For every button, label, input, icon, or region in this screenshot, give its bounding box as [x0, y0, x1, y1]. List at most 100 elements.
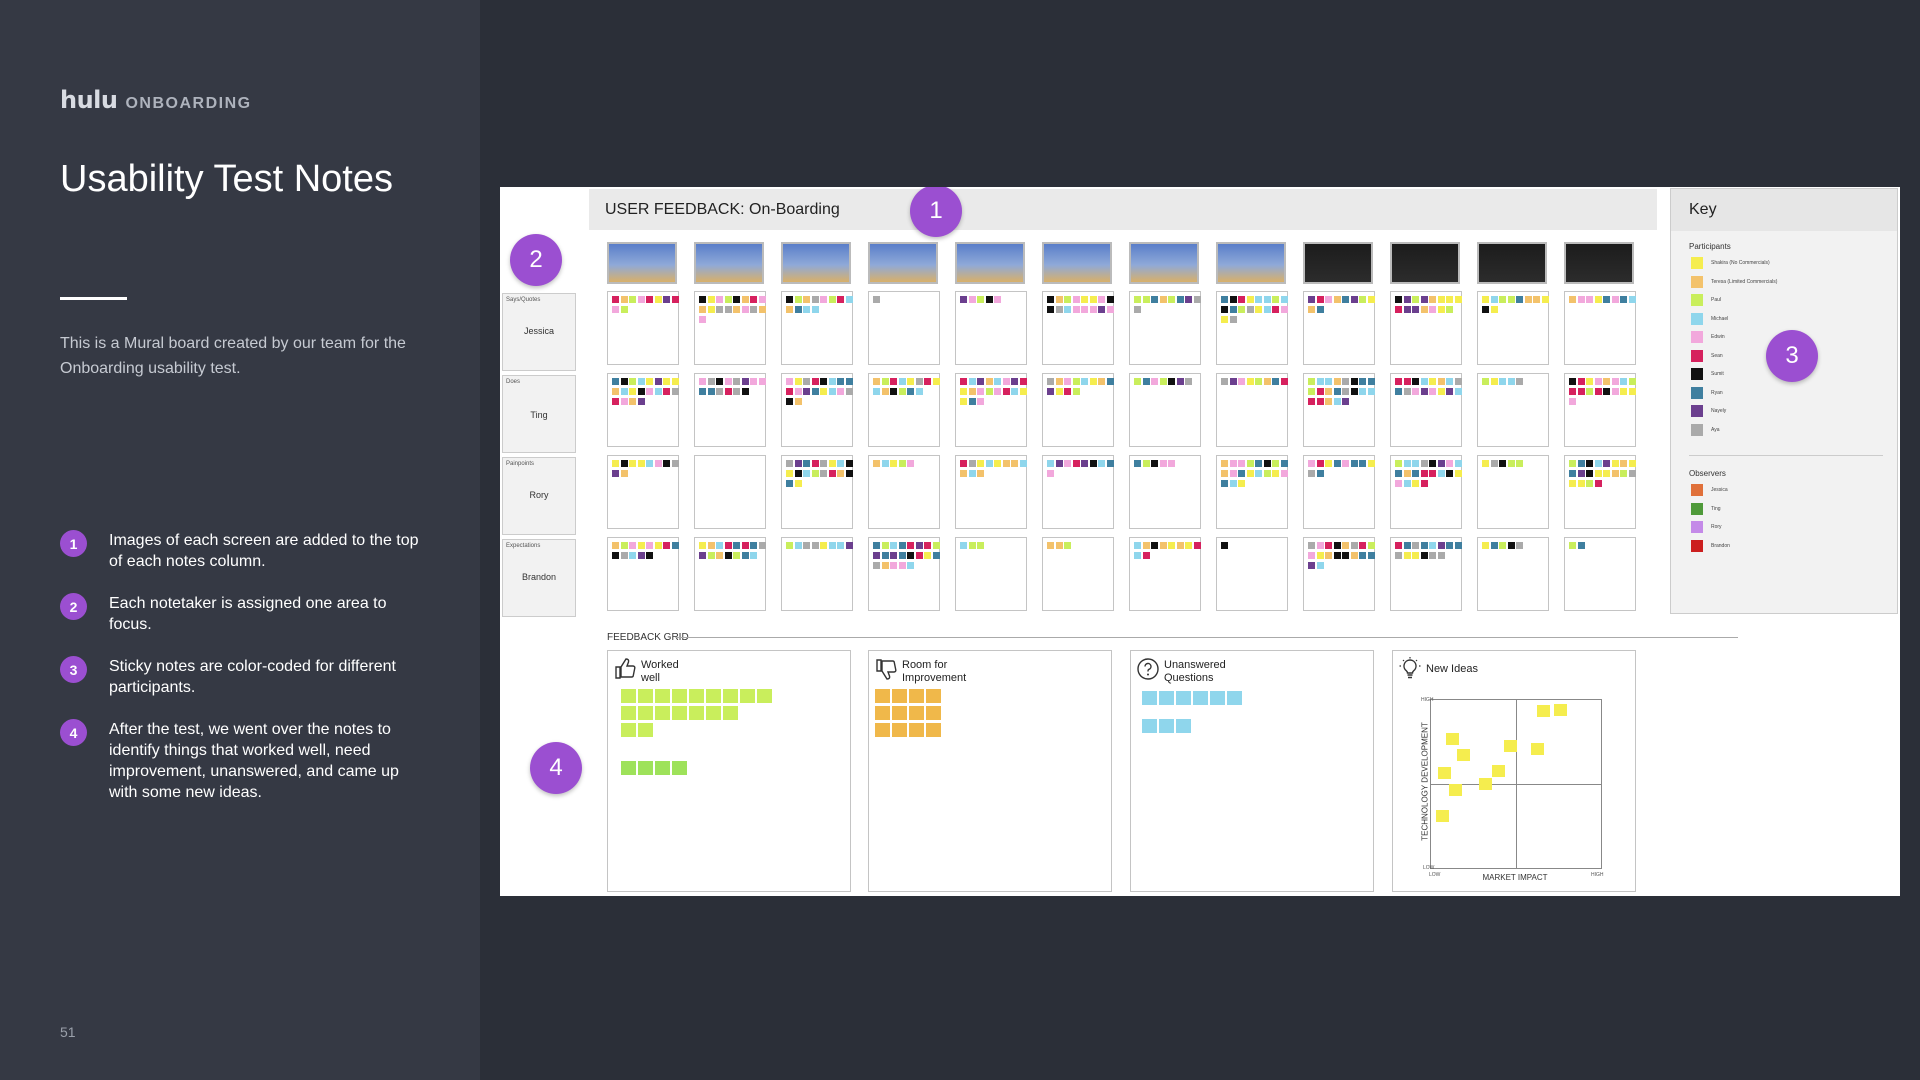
- sticky-note: [655, 706, 670, 720]
- key-entry: Edwin: [1691, 331, 1725, 343]
- color-swatch: [1691, 275, 1703, 288]
- sticky-note: [960, 460, 967, 467]
- sticky-note: [1106, 378, 1114, 385]
- sticky-note: [1011, 388, 1018, 395]
- sticky-note: [750, 306, 757, 313]
- sticky-note: [699, 296, 706, 303]
- unanswered-questions-box: Unanswered Questions: [1130, 650, 1374, 892]
- sticky-note: [1342, 388, 1349, 395]
- sticky-note: [1412, 470, 1419, 477]
- sticky-note: [1316, 562, 1324, 569]
- sticky-note: [1577, 480, 1585, 487]
- sticky-note: [960, 470, 967, 477]
- sticky-note: [655, 761, 670, 775]
- sticky-note: [1229, 306, 1237, 313]
- sticky-note: [1055, 542, 1063, 549]
- sticky-note: [672, 706, 687, 720]
- notes-cell: [694, 373, 766, 447]
- sticky-note: [1151, 296, 1158, 303]
- sticky-note: [654, 296, 662, 303]
- sticky-note: [1002, 388, 1010, 395]
- sticky-note: [1168, 542, 1175, 549]
- sticky-note: [1569, 460, 1576, 467]
- notes-cell: [1042, 537, 1114, 611]
- sticky-note: [663, 378, 670, 385]
- notes-cell: [781, 455, 853, 529]
- notes-cell: [868, 291, 940, 365]
- row-label-rory: Painpoints Rory: [502, 457, 576, 535]
- sticky-note: [1047, 470, 1054, 477]
- sticky-note: [1325, 378, 1332, 385]
- sticky-note: [1420, 296, 1428, 303]
- sticky-note: [663, 388, 670, 395]
- sticky-note: [1359, 388, 1366, 395]
- sticky-note: [671, 388, 679, 395]
- sticky-note: [1541, 296, 1549, 303]
- sticky-note: [1238, 460, 1245, 467]
- sticky-note: [1577, 460, 1585, 467]
- sticky-note: [1454, 460, 1462, 467]
- sticky-note: [994, 296, 1001, 303]
- sticky-note: [1019, 460, 1027, 467]
- sticky-note: [960, 398, 967, 405]
- sticky-note: [1446, 542, 1453, 549]
- screen-thumbnail: [607, 242, 677, 284]
- key-entry: Ting: [1691, 502, 1721, 515]
- sticky-note: [786, 542, 793, 549]
- sticky-note: [1569, 470, 1576, 477]
- notes-cell: [1129, 537, 1201, 611]
- sticky-note: [629, 388, 636, 395]
- sticky-note: [1159, 378, 1167, 385]
- sticky-note: [1333, 296, 1341, 303]
- sticky-note: [1221, 480, 1228, 487]
- sticky-note: [1098, 460, 1105, 467]
- sticky-note: [890, 542, 897, 549]
- sticky-note: [1454, 378, 1462, 385]
- sticky-note: [740, 689, 755, 703]
- steps-list: 1 Images of each screen are added to the…: [60, 530, 430, 824]
- sticky-note: [1395, 552, 1402, 559]
- sticky-note: [820, 470, 827, 477]
- sticky-note: [1280, 306, 1288, 313]
- sticky-note: [1316, 542, 1324, 549]
- sticky-note: [1350, 460, 1358, 467]
- sticky-note: [1454, 542, 1462, 549]
- sticky-note: [837, 460, 844, 467]
- sticky-note: [1395, 296, 1402, 303]
- sticky-note: [733, 552, 740, 559]
- sticky-note: [794, 306, 802, 313]
- sticky-note: [1569, 542, 1576, 549]
- sticky-note: [1308, 542, 1315, 549]
- notes-cell: [1390, 455, 1462, 529]
- sticky-note: [1482, 296, 1489, 303]
- sticky-note: [1412, 542, 1419, 549]
- sticky-note: [733, 378, 740, 385]
- mural-board-screenshot: USER FEEDBACK: On-Boarding Says/Quotes J…: [500, 187, 1900, 896]
- sticky-note: [960, 542, 967, 549]
- notes-cell: [955, 455, 1027, 529]
- sticky-note: [1569, 398, 1576, 405]
- sticky-note: [898, 552, 906, 559]
- notes-cell: [1303, 373, 1375, 447]
- sticky-note: [1367, 460, 1375, 467]
- notes-cell: [1477, 291, 1549, 365]
- notes-cell: [1564, 291, 1636, 365]
- sticky-note: [873, 562, 880, 569]
- sticky-note: [646, 552, 653, 559]
- sticky-note: [881, 460, 889, 467]
- sticky-note: [1342, 460, 1349, 467]
- sticky-note: [1395, 460, 1402, 467]
- sticky-note: [820, 296, 827, 303]
- sticky-note: [638, 723, 653, 737]
- sticky-note: [1221, 470, 1228, 477]
- sticky-note: [1325, 552, 1332, 559]
- notes-cell: [1390, 291, 1462, 365]
- sticky-note: [1316, 470, 1324, 477]
- sticky-note: [699, 388, 706, 395]
- step-text: Images of each screen are added to the t…: [109, 532, 419, 570]
- sticky-note: [960, 388, 967, 395]
- sticky-note: [1569, 378, 1576, 385]
- sticky-note: [1106, 306, 1114, 313]
- sticky-note: [1359, 542, 1366, 549]
- sticky-note: [909, 723, 924, 737]
